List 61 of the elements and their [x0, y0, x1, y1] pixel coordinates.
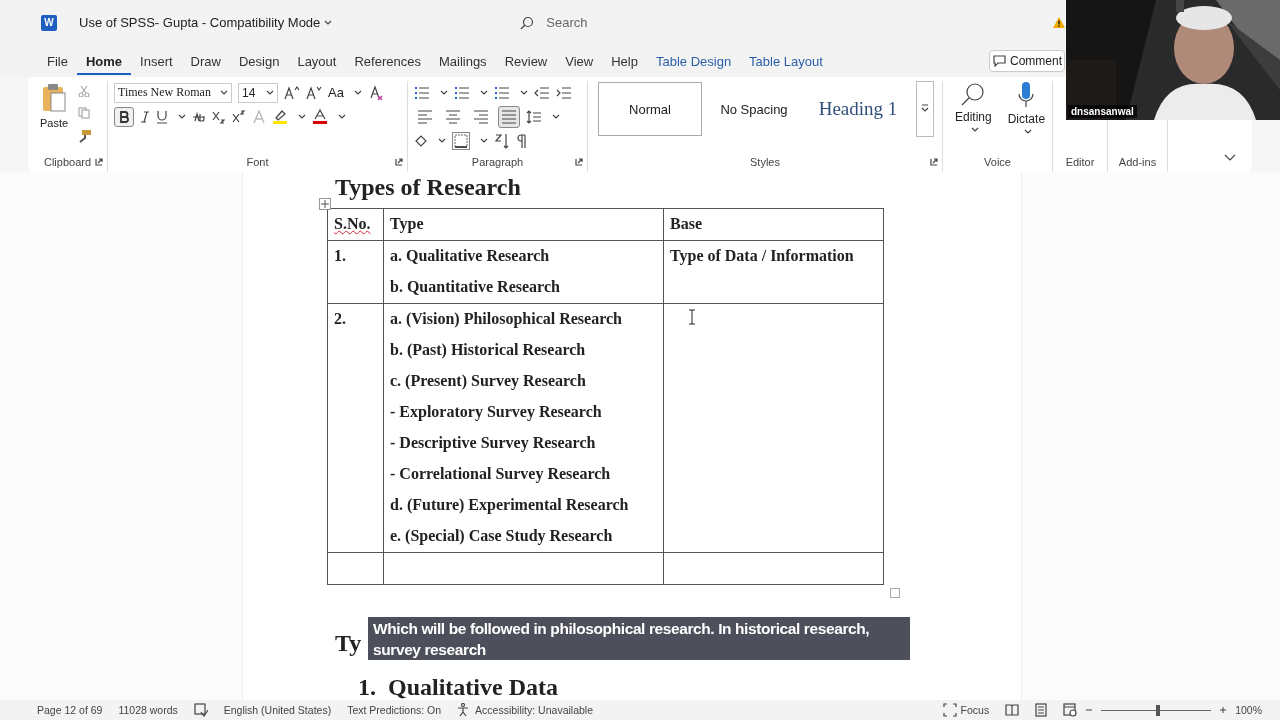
column-header: Type	[390, 214, 424, 235]
table-cell-text: b. (Past) Historical Research	[390, 340, 587, 361]
table-cell-text: - Correlational Survey Research	[390, 464, 612, 485]
heading: 1. Qualitative Data	[358, 673, 558, 700]
change-case-button[interactable]: Aa	[328, 85, 344, 100]
ribbon-tab[interactable]: View	[556, 47, 603, 75]
page-count[interactable]: Page 12 of 69	[37, 704, 103, 716]
zoom-level[interactable]: 100%	[1235, 704, 1262, 716]
ribbon-tab[interactable]: Help	[602, 47, 647, 75]
ribbon-tab[interactable]: Layout	[288, 47, 346, 75]
column-header: Base	[670, 214, 702, 234]
table-cell-text: c. (Present) Survey Research	[390, 371, 587, 392]
table-cell-text: 2.	[334, 309, 346, 329]
table-cell-text: d. (Future) Experimental Research	[390, 495, 630, 516]
ribbon-tab[interactable]: Table Layout	[740, 47, 832, 75]
table-cell-text: a. (Vision) Philosophical Research	[390, 309, 623, 330]
word-count[interactable]: 11028 words	[118, 704, 178, 716]
editing-button[interactable]: Editing	[949, 81, 998, 152]
comment-button[interactable]: Comment	[989, 50, 1065, 72]
accessibility-status[interactable]: Accessibility: Unavailable	[457, 703, 593, 717]
ribbon-tab[interactable]: Design	[229, 47, 289, 75]
participant-name: dnsansanwal	[1068, 105, 1137, 118]
heading: Ty	[335, 629, 362, 658]
paste-button[interactable]: Paste	[34, 81, 75, 143]
video-caption: Which will be followed in philosophical research. In historical research, survey research	[368, 617, 910, 660]
group-label: Clipboard	[43, 156, 92, 168]
table-cell-text: - Exploratory Survey Research	[390, 402, 603, 423]
ribbon-tab[interactable]: Mailings	[429, 47, 496, 75]
group-label: Styles	[750, 156, 780, 168]
table-cell-text: 1.	[334, 246, 346, 266]
table-cell-text: Type of Data / Information	[670, 246, 855, 267]
ribbon-tab[interactable]: Table Design	[646, 47, 741, 75]
language-status[interactable]: English (United States)	[223, 704, 332, 716]
document-title[interactable]: Use of SPSS- Gupta - Compatibility Mode	[79, 15, 321, 30]
table-cell-text: a. Qualitative Research	[390, 246, 551, 266]
ribbon-tab[interactable]: Review	[495, 47, 557, 75]
ribbon-tab[interactable]: References	[345, 47, 430, 75]
search-field[interactable]: Search	[544, 14, 745, 31]
style-gallery-item[interactable]: Normal	[598, 82, 702, 136]
font-size-field[interactable]: 14	[238, 82, 278, 103]
table-cell-text: - Descriptive Survey Research	[390, 433, 597, 454]
table-cell-text: b. Quantitative Research	[390, 277, 561, 297]
dictate-button[interactable]: Dictate	[1001, 81, 1052, 152]
ribbon-tab[interactable]: Home	[76, 47, 132, 75]
heading: Types of Research	[335, 174, 522, 202]
group-label: Font	[246, 156, 269, 168]
column-header: S.No.	[334, 214, 371, 234]
ribbon-tab[interactable]: Draw	[181, 47, 230, 75]
group-label: Editor	[1065, 156, 1095, 168]
ribbon-tab[interactable]: File	[38, 47, 77, 75]
font-name-field[interactable]: Times New Roman	[114, 82, 232, 103]
group-label: Voice	[984, 156, 1011, 168]
text-predictions-status[interactable]: Text Predictions: On	[347, 704, 442, 716]
app-logo-icon: W	[41, 14, 57, 31]
table-cell-text: e. (Special) Case Study Research	[390, 526, 614, 547]
focus-button[interactable]: Focus	[942, 703, 990, 717]
group-label: Paragraph	[471, 156, 524, 168]
style-gallery-item[interactable]: No Spacing	[702, 82, 806, 136]
ribbon-tab[interactable]: Insert	[131, 47, 182, 75]
group-label: Add-ins	[1118, 156, 1157, 168]
style-gallery-item[interactable]: Heading 1	[806, 82, 910, 136]
